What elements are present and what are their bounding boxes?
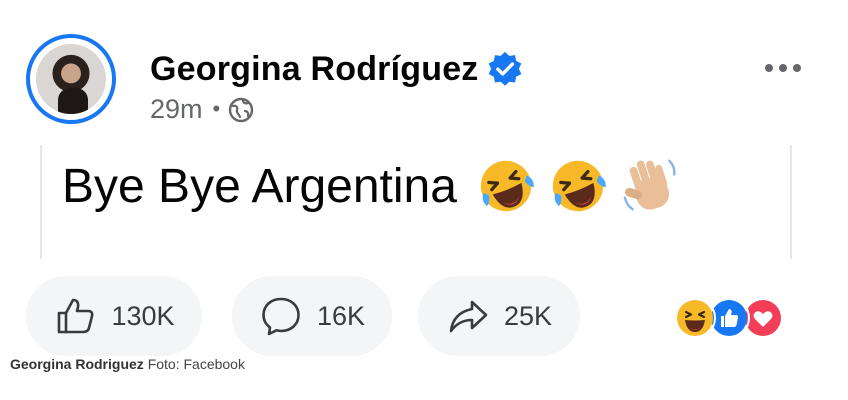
rolling-laughing-emoji-icon: [552, 160, 606, 212]
verified-badge-icon: [488, 51, 522, 86]
caption-name: Georgina Rodriguez: [10, 356, 144, 372]
share-count: 25K: [503, 300, 553, 331]
post-text: Bye Bye Argentina: [62, 159, 457, 213]
dot-icon: [793, 64, 801, 72]
like-count: 130K: [111, 300, 175, 331]
globe-icon: [229, 97, 254, 123]
haha-reaction-icon: [674, 297, 716, 339]
profile-avatar[interactable]: [26, 34, 116, 124]
waving-hand-emoji-icon: [623, 159, 676, 211]
dot-icon: [765, 64, 773, 72]
thumbs-up-icon: [58, 298, 94, 334]
avatar-photo: [36, 44, 106, 114]
post-timestamp[interactable]: 29m: [150, 94, 203, 125]
facebook-post: Georgina Rodríguez 29m • Bye Bye Argenti…: [0, 0, 848, 356]
dot-icon: [779, 64, 787, 72]
post-text-row: Bye Bye Argentina: [62, 150, 681, 222]
share-button[interactable]: 25K: [418, 276, 580, 356]
meta-separator: •: [212, 96, 221, 121]
share-arrow-icon: [449, 300, 488, 333]
like-button[interactable]: 130K: [26, 276, 202, 356]
post-meta: 29m •: [150, 93, 254, 125]
comment-count: 16K: [316, 300, 366, 331]
reaction-summary[interactable]: [674, 297, 784, 339]
rolling-laughing-emoji-icon: [480, 160, 534, 212]
caption-credit: Foto: Facebook: [147, 356, 245, 372]
image-caption: Georgina Rodriguez Foto: Facebook: [10, 356, 245, 372]
comment-button[interactable]: 16K: [232, 276, 392, 356]
comment-bubble-icon: [262, 297, 300, 336]
author-name[interactable]: Georgina Rodríguez: [150, 50, 479, 89]
more-options-button[interactable]: [760, 58, 806, 78]
